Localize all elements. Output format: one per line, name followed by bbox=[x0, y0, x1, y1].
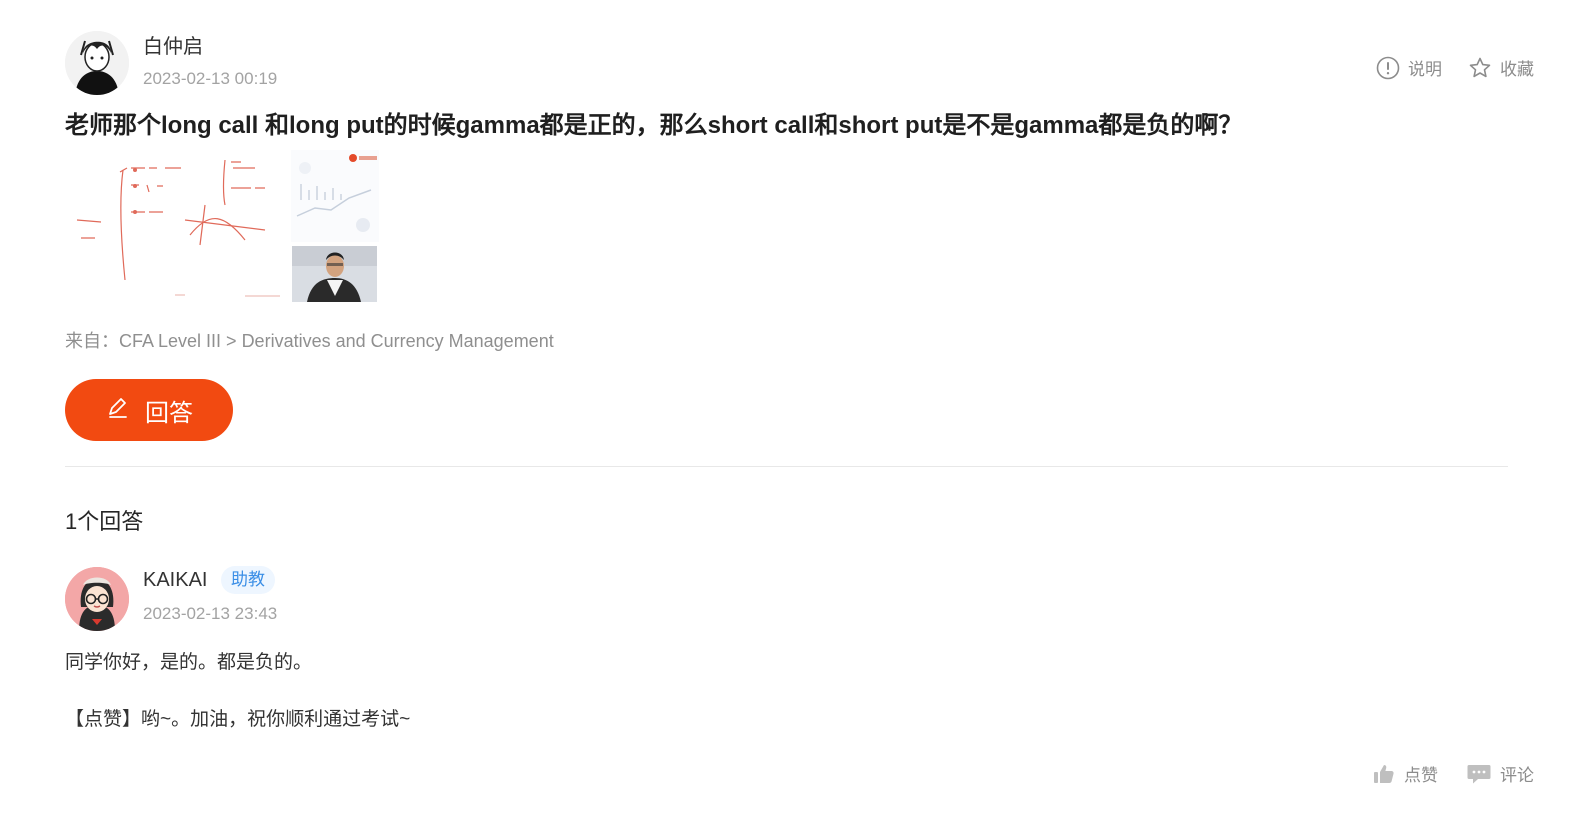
section-divider bbox=[65, 466, 1508, 467]
like-label: 点赞 bbox=[1404, 766, 1438, 785]
answer-author-avatar[interactable] bbox=[65, 567, 129, 631]
avatar-illustration bbox=[65, 567, 129, 631]
question-actions: 说明 收藏 bbox=[1376, 55, 1534, 80]
star-outline-icon bbox=[1468, 56, 1492, 80]
answer-time: 2023-02-13 23:43 bbox=[143, 604, 278, 623]
answers-count-heading: 1个回答 bbox=[65, 509, 144, 534]
answer-body-line: 【点赞】哟~。加油，祝你顺利通过考试~ bbox=[65, 709, 411, 730]
explain-label: 说明 bbox=[1408, 60, 1442, 79]
answer-author-name[interactable]: KAIKAI bbox=[143, 568, 207, 592]
info-circle-icon bbox=[1376, 56, 1400, 80]
explain-button[interactable]: 说明 bbox=[1376, 55, 1442, 80]
favorite-button[interactable]: 收藏 bbox=[1468, 55, 1534, 80]
teaching-assistant-badge: 助教 bbox=[221, 566, 275, 594]
avatar-illustration bbox=[65, 31, 129, 95]
comment-button[interactable]: 评论 bbox=[1466, 761, 1534, 786]
favorite-label: 收藏 bbox=[1500, 60, 1534, 79]
question-title: 老师那个long call 和long put的时候gamma都是正的，那么sh… bbox=[65, 112, 1243, 139]
pencil-icon bbox=[105, 394, 131, 427]
comment-bubble-icon bbox=[1466, 762, 1492, 786]
question-author-avatar[interactable] bbox=[65, 31, 129, 95]
qa-page: 白仲启 2023-02-13 00:19 说明 收藏 老师那个long call… bbox=[0, 0, 1594, 832]
question-author-name[interactable]: 白仲启 bbox=[143, 35, 203, 59]
answer-body-line: 同学你好，是的。都是负的。 bbox=[65, 652, 313, 673]
comment-label: 评论 bbox=[1500, 766, 1534, 785]
answer-button-label: 回答 bbox=[145, 399, 193, 427]
thumbs-up-icon bbox=[1372, 762, 1396, 786]
answer-actions: 点赞 评论 bbox=[1372, 761, 1534, 786]
question-attachment-thumbnail[interactable] bbox=[65, 150, 379, 302]
answer-button[interactable]: 回答 bbox=[65, 379, 233, 441]
whiteboard-video-frame bbox=[65, 150, 379, 302]
question-source[interactable]: 来自：CFA Level III > Derivatives and Curre… bbox=[65, 330, 554, 352]
like-button[interactable]: 点赞 bbox=[1372, 761, 1438, 786]
question-time: 2023-02-13 00:19 bbox=[143, 69, 278, 88]
